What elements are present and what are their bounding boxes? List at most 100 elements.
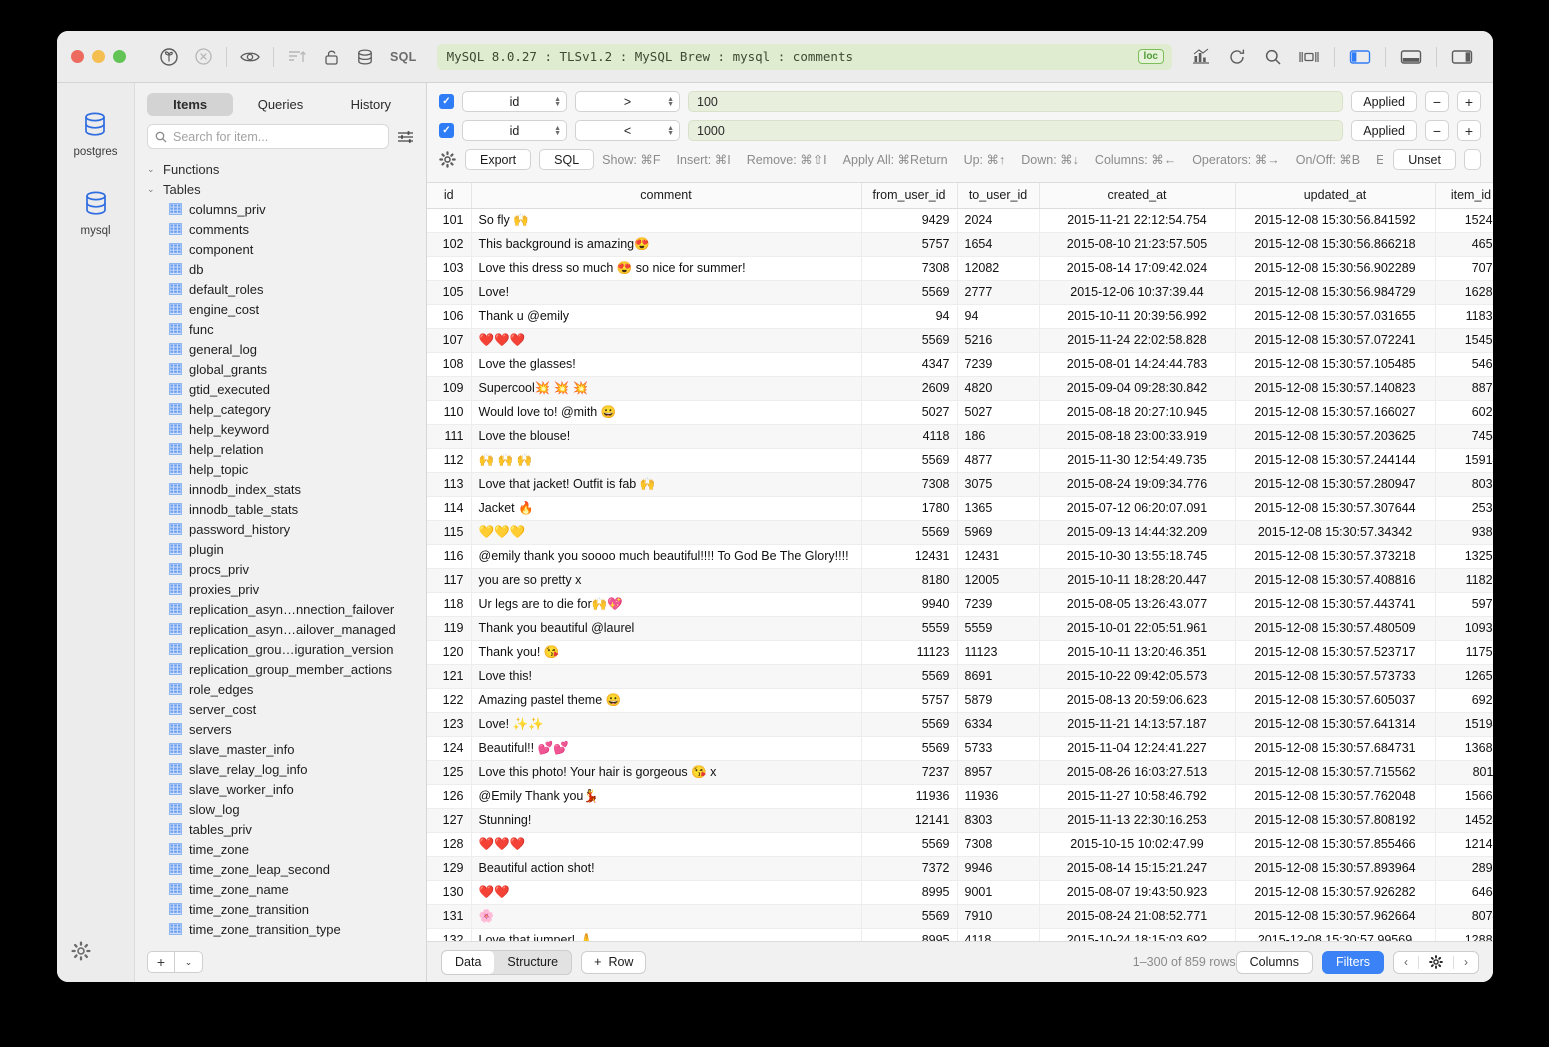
cell-created_at[interactable]: 2015-11-21 22:12:54.754 bbox=[1039, 208, 1235, 232]
cell-item_id[interactable]: 11829 bbox=[1435, 568, 1493, 592]
cell-to_user_id[interactable]: 1654 bbox=[957, 232, 1039, 256]
cell-comment[interactable]: Beautiful!! 💕💕 bbox=[471, 736, 861, 760]
cell-from_user_id[interactable]: 5569 bbox=[861, 448, 957, 472]
cell-item_id[interactable]: 9382 bbox=[1435, 520, 1493, 544]
connection-mysql[interactable]: mysql bbox=[79, 186, 113, 237]
results-grid[interactable]: idcommentfrom_user_idto_user_idcreated_a… bbox=[427, 183, 1493, 941]
cell-created_at[interactable]: 2015-08-01 14:24:44.783 bbox=[1039, 352, 1235, 376]
cell-to_user_id[interactable]: 11123 bbox=[957, 640, 1039, 664]
cell-from_user_id[interactable]: 5569 bbox=[861, 328, 957, 352]
cell-comment[interactable]: This background is amazing😍 bbox=[471, 232, 861, 256]
tree-item-table[interactable]: gtid_executed bbox=[135, 379, 426, 399]
cell-from_user_id[interactable]: 5559 bbox=[861, 616, 957, 640]
cell-from_user_id[interactable]: 2609 bbox=[861, 376, 957, 400]
table-row[interactable]: 116@emily thank you soooo much beautiful… bbox=[427, 544, 1493, 568]
table-row[interactable]: 101So fly 🙌942920242015-11-21 22:12:54.7… bbox=[427, 208, 1493, 232]
cell-to_user_id[interactable]: 7239 bbox=[957, 352, 1039, 376]
table-row[interactable]: 117you are so pretty x8180120052015-10-1… bbox=[427, 568, 1493, 592]
cell-updated_at[interactable]: 2015-12-08 15:30:56.841592 bbox=[1235, 208, 1435, 232]
add-item-menu-button[interactable]: ⌄ bbox=[175, 951, 203, 973]
filter-settings-icon[interactable] bbox=[397, 129, 414, 145]
cell-comment[interactable]: Love this photo! Your hair is gorgeous 😘… bbox=[471, 760, 861, 784]
cell-comment[interactable]: Ur legs are to die for🙌💖 bbox=[471, 592, 861, 616]
cell-from_user_id[interactable]: 12431 bbox=[861, 544, 957, 568]
cell-id[interactable]: 132 bbox=[427, 928, 471, 941]
filter-field-select[interactable]: id ▲▼ bbox=[462, 120, 567, 141]
tree-item-table[interactable]: proxies_priv bbox=[135, 579, 426, 599]
refresh-icon[interactable] bbox=[1220, 42, 1254, 72]
tree-item-table[interactable]: slave_master_info bbox=[135, 739, 426, 759]
cell-item_id[interactable]: 15194 bbox=[1435, 712, 1493, 736]
cell-to_user_id[interactable]: 7910 bbox=[957, 904, 1039, 928]
cell-from_user_id[interactable]: 9940 bbox=[861, 592, 957, 616]
cell-created_at[interactable]: 2015-08-18 23:00:33.919 bbox=[1039, 424, 1235, 448]
cell-to_user_id[interactable]: 5733 bbox=[957, 736, 1039, 760]
cell-created_at[interactable]: 2015-09-04 09:28:30.842 bbox=[1039, 376, 1235, 400]
add-row-button[interactable]: + Row bbox=[581, 951, 646, 974]
table-row[interactable]: 109Supercool💥 💥 💥260948202015-09-04 09:2… bbox=[427, 376, 1493, 400]
tree-item-table[interactable]: comments bbox=[135, 219, 426, 239]
tree-item-table[interactable]: server_cost bbox=[135, 699, 426, 719]
cell-updated_at[interactable]: 2015-12-08 15:30:57.203625 bbox=[1235, 424, 1435, 448]
cell-from_user_id[interactable]: 7308 bbox=[861, 256, 957, 280]
tree-item-table[interactable]: role_edges bbox=[135, 679, 426, 699]
cell-comment[interactable]: ❤️❤️ bbox=[471, 880, 861, 904]
cell-comment[interactable]: Jacket 🔥 bbox=[471, 496, 861, 520]
cell-comment[interactable]: So fly 🙌 bbox=[471, 208, 861, 232]
tree-item-table[interactable]: replication_group_member_actions bbox=[135, 659, 426, 679]
table-row[interactable]: 125Love this photo! Your hair is gorgeou… bbox=[427, 760, 1493, 784]
cell-comment[interactable]: ❤️❤️❤️ bbox=[471, 832, 861, 856]
eye-icon[interactable] bbox=[233, 42, 267, 72]
cell-from_user_id[interactable]: 11123 bbox=[861, 640, 957, 664]
filter-applied-status[interactable]: Applied bbox=[1351, 91, 1417, 112]
cell-created_at[interactable]: 2015-08-10 21:23:57.505 bbox=[1039, 232, 1235, 256]
cell-id[interactable]: 113 bbox=[427, 472, 471, 496]
cell-comment[interactable]: Thank you! 😘 bbox=[471, 640, 861, 664]
export-button[interactable]: Export bbox=[465, 149, 531, 170]
cell-to_user_id[interactable]: 4820 bbox=[957, 376, 1039, 400]
cell-id[interactable]: 116 bbox=[427, 544, 471, 568]
column-header-updated_at[interactable]: updated_at bbox=[1235, 183, 1435, 208]
cell-item_id[interactable]: 11832 bbox=[1435, 304, 1493, 328]
cell-to_user_id[interactable]: 186 bbox=[957, 424, 1039, 448]
cell-to_user_id[interactable]: 2777 bbox=[957, 280, 1039, 304]
tree-item-table[interactable]: plugin bbox=[135, 539, 426, 559]
cell-item_id[interactable]: 6464 bbox=[1435, 880, 1493, 904]
sql-toolbar-label[interactable]: SQL bbox=[382, 50, 425, 64]
cell-created_at[interactable]: 2015-08-13 20:59:06.623 bbox=[1039, 688, 1235, 712]
cell-updated_at[interactable]: 2015-12-08 15:30:57.140823 bbox=[1235, 376, 1435, 400]
cell-id[interactable]: 102 bbox=[427, 232, 471, 256]
cell-created_at[interactable]: 2015-10-11 20:39:56.992 bbox=[1039, 304, 1235, 328]
table-row[interactable]: 110Would love to! @mith 😀502750272015-08… bbox=[427, 400, 1493, 424]
cell-updated_at[interactable]: 2015-12-08 15:30:57.523717 bbox=[1235, 640, 1435, 664]
stop-icon[interactable] bbox=[186, 42, 220, 72]
cell-updated_at[interactable]: 2015-12-08 15:30:57.244144 bbox=[1235, 448, 1435, 472]
table-row[interactable]: 106Thank u @emily94942015-10-11 20:39:56… bbox=[427, 304, 1493, 328]
sort-icon[interactable] bbox=[280, 42, 314, 72]
table-row[interactable]: 132Love that jumper! 🙏899541182015-10-24… bbox=[427, 928, 1493, 941]
gear-icon[interactable] bbox=[71, 941, 91, 966]
close-window-button[interactable] bbox=[71, 50, 84, 63]
cell-comment[interactable]: Amazing pastel theme 😀 bbox=[471, 688, 861, 712]
tree-item-table[interactable]: replication_asyn…ailover_managed bbox=[135, 619, 426, 639]
cell-updated_at[interactable]: 2015-12-08 15:30:56.866218 bbox=[1235, 232, 1435, 256]
right-panel-icon[interactable] bbox=[1445, 42, 1479, 72]
cell-to_user_id[interactable]: 8303 bbox=[957, 808, 1039, 832]
cell-created_at[interactable]: 2015-11-24 22:02:58.828 bbox=[1039, 328, 1235, 352]
tree-item-table[interactable]: help_keyword bbox=[135, 419, 426, 439]
tab-structure[interactable]: Structure bbox=[494, 951, 571, 974]
tree-item-table[interactable]: columns_priv bbox=[135, 199, 426, 219]
cell-from_user_id[interactable]: 1780 bbox=[861, 496, 957, 520]
cell-id[interactable]: 108 bbox=[427, 352, 471, 376]
cell-to_user_id[interactable]: 9946 bbox=[957, 856, 1039, 880]
cell-from_user_id[interactable]: 7237 bbox=[861, 760, 957, 784]
cell-created_at[interactable]: 2015-10-30 13:55:18.745 bbox=[1039, 544, 1235, 568]
column-header-comment[interactable]: comment bbox=[471, 183, 861, 208]
cell-from_user_id[interactable]: 5569 bbox=[861, 736, 957, 760]
cell-id[interactable]: 131 bbox=[427, 904, 471, 928]
cell-to_user_id[interactable]: 5559 bbox=[957, 616, 1039, 640]
gear-icon[interactable] bbox=[439, 151, 456, 168]
cell-from_user_id[interactable]: 94 bbox=[861, 304, 957, 328]
filter-field-select[interactable]: id ▲▼ bbox=[462, 91, 567, 112]
cell-to_user_id[interactable]: 5216 bbox=[957, 328, 1039, 352]
